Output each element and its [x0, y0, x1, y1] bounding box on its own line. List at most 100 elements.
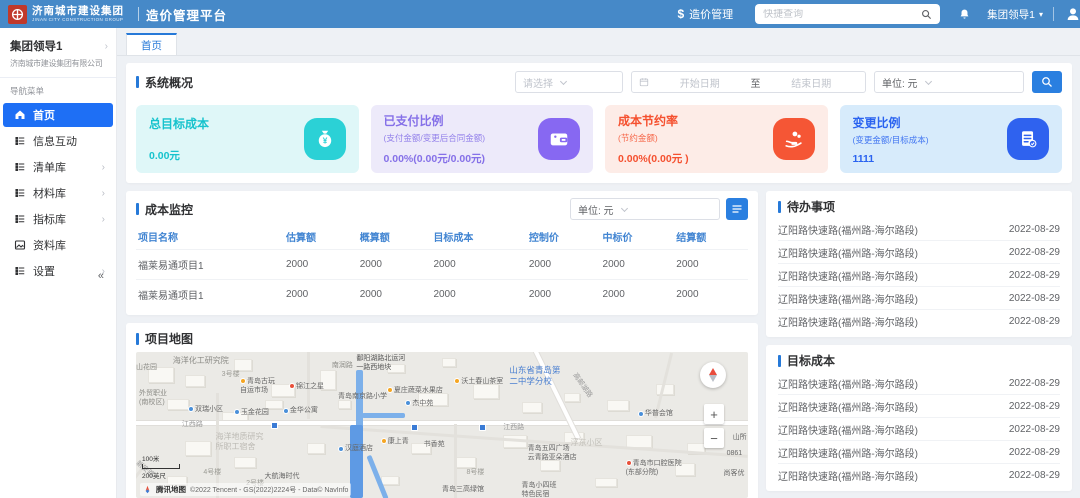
table-cell: 2000: [431, 250, 526, 280]
map-zoom-in-button[interactable]: +: [704, 404, 724, 424]
map-label: 康上青: [381, 438, 409, 447]
section-title-project-map: 项目地图: [136, 330, 748, 347]
list-item[interactable]: 辽阳路快速路(福州路-海尔路段) 2022-08-29: [778, 218, 1060, 241]
chevron-down-icon: [925, 77, 932, 84]
search-icon[interactable]: [921, 9, 932, 20]
table-column-header: 概算额: [358, 224, 432, 250]
table-row[interactable]: 福莱易通项目1200020002000200020002000: [136, 280, 748, 310]
map-building: [381, 476, 399, 485]
list-item[interactable]: 辽阳路快速路(福州路-海尔路段)2022-08-29: [778, 241, 1060, 264]
map-building: [307, 443, 325, 454]
document-check-icon: [1007, 118, 1049, 160]
list-item-date: 2022-08-29: [1009, 401, 1060, 412]
list-item-name: 辽阳路快速路(福州路-海尔路段): [778, 376, 918, 391]
sidebar-collapse-toggle[interactable]: «: [98, 270, 104, 282]
sidebar-item-label: 设置: [33, 263, 102, 279]
list-item[interactable]: 辽阳路快速路(福州路-海尔路段)2022-08-29: [778, 395, 1060, 418]
project-map-canvas[interactable]: 海洋化工研究院山花园3号楼青岛古玩 自运市场锦江之星南润路鄱阳湖路北运河 一路西…: [136, 352, 748, 498]
map-poi-icon: [234, 409, 240, 415]
map-poi-icon: [638, 411, 644, 417]
list-item[interactable]: 辽阳路快速路(福州路-海尔路段)2022-08-29: [778, 464, 1060, 487]
list-item[interactable]: 辽阳路快速路(福州路-海尔路段)2022-08-29: [778, 287, 1060, 310]
list-item-date: 2022-08-29: [1009, 378, 1060, 389]
stat-card-title: 变更比例: [853, 114, 929, 131]
sidebar-company-name: 济南城市建设集团有限公司: [10, 58, 108, 69]
list-item[interactable]: 辽阳路快速路(福州路-海尔路段) 2022-08-29: [778, 372, 1060, 395]
map-label: 金华公寓: [283, 407, 318, 416]
list-item[interactable]: 辽阳路快速路(福州路-海尔路段)2022-08-29: [778, 310, 1060, 333]
stat-card-cost-saving-rate: 成本节约率 (节约金额) 0.00%(0.00元 ): [605, 105, 828, 173]
compass-south-needle: [709, 375, 717, 382]
map-poi-icon: [188, 406, 194, 412]
table-cell: 福莱易通项目1: [136, 280, 284, 310]
title-accent-bar: [136, 203, 139, 215]
map-scale: 100米 200英尺: [142, 453, 180, 480]
sidebar-item-6[interactable]: 设置›: [3, 259, 113, 283]
overview-search-button[interactable]: [1032, 71, 1062, 93]
sidebar-item-1[interactable]: 信息互动: [3, 129, 113, 153]
sidebar-item-3[interactable]: 材料库›: [3, 181, 113, 205]
app-title: 造价管理平台: [146, 5, 227, 24]
map-brand[interactable]: 腾讯地图: [156, 484, 186, 495]
system-overview-panel: 系统概况 请选择 开始日期 至 结束日期: [126, 63, 1072, 183]
chevron-down-icon: ▾: [1039, 10, 1043, 19]
table-row[interactable]: 福莱易通项目1200020002000200020002000: [136, 250, 748, 280]
calendar-icon: [639, 77, 649, 87]
map-label: 玉金花园: [234, 409, 269, 418]
map-label: 双瑞小区: [188, 406, 223, 415]
title-accent-bar: [136, 76, 139, 88]
list-icon: [13, 213, 26, 226]
notification-bell-icon[interactable]: [958, 8, 971, 21]
stat-card-value: 0.00%(0.00元 ): [618, 151, 689, 166]
header-partial-icon[interactable]: [1064, 6, 1080, 22]
list-item-date: 2022-08-29: [1009, 224, 1060, 235]
sidebar-item-0[interactable]: 首页: [3, 103, 113, 127]
section-title-cost-monitor: 成本监控: [136, 201, 193, 218]
list-item-date: 2022-08-29: [1009, 447, 1060, 458]
unit-select[interactable]: 单位: 元: [874, 71, 1024, 93]
title-accent-bar: [778, 355, 781, 367]
map-label: 沃土春山茶室: [454, 378, 503, 387]
date-start-placeholder[interactable]: 开始日期: [653, 75, 747, 90]
table-cell: 2000: [358, 250, 432, 280]
nav-cost-label: 造价管理: [689, 6, 733, 22]
map-highlight-road: [350, 425, 363, 498]
date-end-placeholder[interactable]: 结束日期: [765, 75, 859, 90]
map-building: [522, 402, 542, 413]
svg-text:¥: ¥: [322, 137, 327, 146]
nav-cost-management[interactable]: $ 造价管理: [677, 6, 733, 22]
list-item[interactable]: 辽阳路快速路(福州路-海尔路段)2022-08-29: [778, 441, 1060, 464]
quick-search-input[interactable]: [763, 9, 921, 20]
monitor-unit-select[interactable]: 单位: 元: [570, 198, 720, 220]
map-poi-icon: [405, 400, 411, 406]
table-cell: 2000: [674, 250, 748, 280]
sidebar-item-5[interactable]: 资料库: [3, 233, 113, 257]
table-column-header: 结算额: [674, 224, 748, 250]
map-zoom-out-button[interactable]: −: [704, 428, 724, 448]
table-view-toggle-button[interactable]: [726, 198, 748, 220]
date-range-picker[interactable]: 开始日期 至 结束日期: [631, 71, 866, 93]
map-label: 南润路: [332, 362, 353, 371]
chevron-right-icon: ›: [102, 188, 105, 199]
sidebar-item-2[interactable]: 清单库›: [3, 155, 113, 179]
top-header: 济南城市建设集团 JINAN CITY CONSTRUCTION GROUP 造…: [0, 0, 1080, 28]
map-label: 青岛古玩 自运市场: [240, 378, 275, 396]
stat-card-change-ratio: 变更比例 (变更金额/目标成本) 1111: [840, 105, 1063, 173]
brand-name-en: JINAN CITY CONSTRUCTION GROUP: [32, 18, 124, 23]
map-compass[interactable]: [700, 362, 726, 388]
sidebar-item-4[interactable]: 指标库›: [3, 207, 113, 231]
stat-card-subtitle: (变更金额/目标成本): [853, 134, 929, 146]
map-label: 外贸职业 (南校区): [139, 390, 167, 408]
title-accent-bar: [136, 333, 139, 345]
list-item[interactable]: 辽阳路快速路(福州路-海尔路段)2022-08-29: [778, 418, 1060, 441]
list-icon: [13, 265, 26, 278]
metro-station-icon: [411, 424, 418, 431]
list-item-name: 辽阳路快速路(福州路-海尔路段): [778, 222, 918, 237]
user-menu[interactable]: 集团领导1 ▾: [987, 7, 1043, 22]
list-item[interactable]: 辽阳路快速路(福州路-海尔路段)2022-08-29: [778, 264, 1060, 287]
sidebar-user-block[interactable]: 集团领导1 › 济南城市建设集团有限公司: [0, 36, 116, 69]
tab-home[interactable]: 首页: [126, 33, 177, 55]
map-label: 4号楼: [203, 469, 221, 478]
target-cost-panel: 目标成本 辽阳路快速路(福州路-海尔路段)2022-08-29辽阳路快速路(福州…: [766, 345, 1072, 491]
project-select[interactable]: 请选择: [515, 71, 623, 93]
